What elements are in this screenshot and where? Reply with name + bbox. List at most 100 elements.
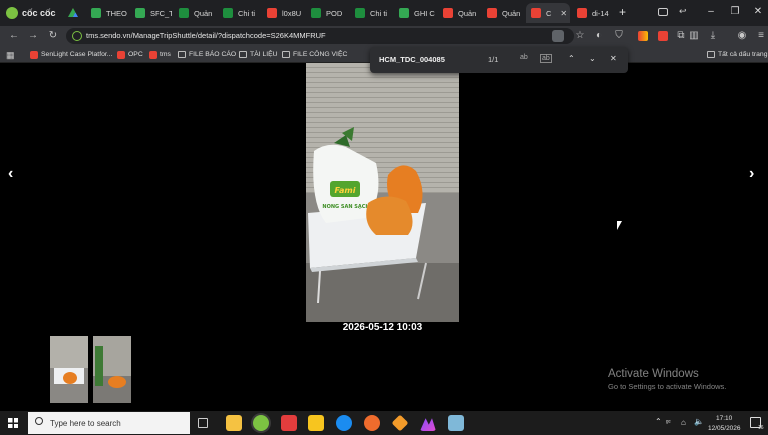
senlight-favicon-icon (30, 50, 38, 59)
bookmark-star-icon[interactable]: ☆ (574, 30, 586, 42)
extension-red-icon[interactable] (658, 31, 668, 41)
find-close-icon[interactable]: ✕ (610, 54, 617, 63)
browser-tab[interactable]: Chi ti (218, 3, 260, 23)
thumbnail-1[interactable] (50, 336, 88, 403)
app-purple-icon[interactable] (420, 418, 436, 431)
clock-time[interactable]: 17:10 (716, 415, 732, 422)
browser-tab[interactable]: l0x8U (262, 3, 304, 23)
find-next-icon[interactable]: ⌄ (589, 54, 596, 63)
page-icon[interactable] (552, 30, 564, 42)
tab-label: Quản (502, 8, 521, 18)
thumbnail-2-image (93, 336, 131, 403)
tab-search-icon[interactable] (658, 8, 668, 16)
app-box-icon[interactable] (391, 414, 409, 432)
bookmark-tms[interactable]: tms (149, 49, 171, 60)
all-bookmarks[interactable]: Tất cả dấu trang (707, 49, 768, 60)
browser-tab[interactable]: Quản (438, 3, 480, 23)
volume-icon[interactable]: 🔈 (694, 417, 704, 426)
profile-icon[interactable]: ◉ (736, 30, 748, 42)
find-prev-icon[interactable]: ⌃ (568, 54, 575, 63)
tab-favicon-icon (179, 8, 189, 18)
tray-chevron-icon[interactable]: ⌃ (655, 417, 662, 426)
start-windows-icon[interactable] (8, 418, 18, 428)
taskbar-search-box[interactable]: Type here to search (28, 412, 190, 434)
clock-date[interactable]: 12/05/2026 (708, 425, 741, 432)
thumbnail-2[interactable] (93, 336, 131, 403)
drive-icon[interactable] (68, 8, 78, 17)
bookmark-file-bao-cao[interactable]: FILE BÁO CÁO (178, 49, 236, 60)
app-blue-icon[interactable] (448, 415, 464, 431)
bookmark-file-cong-viec[interactable]: FILE CÔNG VIỆC (282, 49, 347, 60)
browser-tab[interactable]: POD (306, 3, 348, 23)
tab-favicon-icon (91, 8, 101, 18)
download-icon[interactable]: ⤓ (707, 30, 719, 42)
bookmark-senlight[interactable]: SenLight Case Platfor... (30, 49, 112, 60)
split-view-icon[interactable]: ▥ (688, 30, 700, 42)
apps-grid-icon[interactable]: ▦ (6, 50, 15, 61)
close-window-button[interactable]: ✕ (751, 6, 765, 17)
browser-tab[interactable]: Chi ti (350, 3, 392, 23)
match-case-toggle[interactable]: ab (520, 54, 528, 61)
tab-label: POD (326, 8, 343, 18)
tab-favicon-icon (399, 8, 409, 18)
folder-icon (178, 51, 186, 58)
browser-tab[interactable]: Quản (174, 3, 216, 23)
back-arrow-icon[interactable]: ↩ (679, 6, 687, 17)
task-view-icon[interactable] (198, 418, 208, 428)
bookmark-tai-lieu[interactable]: TÀI LIỆU (239, 49, 278, 60)
bookmark-opc[interactable]: OPC (117, 49, 143, 60)
browser-brand[interactable]: cốc cốc (6, 6, 56, 20)
tab-favicon-icon (311, 8, 321, 18)
browser-tab[interactable]: di-14 (572, 3, 616, 23)
address-bar[interactable]: tms.sendo.vn/ManageTripShuttle/detail/?d… (66, 28, 574, 44)
tab-label: di-14 (592, 8, 609, 18)
whole-word-toggle[interactable]: ab (540, 54, 552, 63)
new-tab-button[interactable]: + (619, 5, 626, 19)
image-viewer: ‹ › Fami NONG SAN SẠCH 2026-05-12 10:03 … (0, 63, 768, 409)
prev-image-button[interactable]: ‹ (8, 165, 13, 183)
network-icon[interactable]: ⌂ (681, 418, 686, 427)
browser-tab[interactable]: C ✕ (526, 3, 570, 23)
shield-icon[interactable]: ⛉ (613, 30, 625, 42)
menu-icon[interactable]: ≡ (755, 30, 767, 42)
next-image-button[interactable]: › (749, 165, 754, 183)
coccoc-taskbar-icon[interactable] (253, 415, 269, 431)
mouse-cursor-icon (617, 221, 622, 230)
extension-colorful-icon[interactable] (638, 31, 648, 41)
maximize-button[interactable]: ❐ (728, 6, 742, 17)
close-tab-icon[interactable]: ✕ (560, 9, 567, 18)
delivery-photo: Fami NONG SAN SẠCH (306, 63, 459, 322)
activate-windows-watermark: Activate Windows Go to Settings to activ… (608, 368, 726, 391)
browser-tab[interactable]: THEO (86, 3, 128, 23)
tab-strip: cốc cốc THEO SFC_T Quản Chi ti l0x8U POD Chi t… (0, 0, 768, 26)
forward-icon[interactable]: → (27, 30, 39, 42)
wps-icon[interactable] (281, 415, 297, 431)
sticky-notes-icon[interactable] (308, 415, 324, 431)
photo-scene: Fami NONG SAN SẠCH (306, 63, 459, 322)
search-placeholder: Type here to search (50, 419, 121, 428)
find-query-input[interactable]: HCM_TDC_004085 (379, 55, 445, 64)
minimize-button[interactable]: – (704, 6, 718, 17)
tab-favicon-icon (267, 8, 277, 18)
tab-favicon-icon (487, 8, 497, 18)
watermark-title: Activate Windows (608, 368, 699, 380)
tab-favicon-icon (223, 8, 233, 18)
browser-tab[interactable]: SFC_T (130, 3, 172, 23)
language-indicator[interactable]: ᵍᶜ (666, 419, 671, 426)
back-icon[interactable]: ← (8, 30, 20, 42)
bag-label: NONG SAN SẠCH (322, 204, 369, 210)
browser-tab[interactable]: Quản (482, 3, 524, 23)
dark-mode-icon[interactable]: ◐ (593, 30, 605, 42)
photo-timestamp: 2026-05-12 10:03 (342, 322, 423, 333)
browser-tab[interactable]: GHI C (394, 3, 436, 23)
zalo-icon[interactable] (336, 415, 352, 431)
windows-taskbar: Type here to search ⌃ ᵍᶜ ⌂ 🔈 17:10 12/05… (0, 411, 768, 435)
site-info-icon[interactable] (72, 31, 82, 41)
folder-icon (282, 51, 290, 58)
extensions-icon[interactable]: ⧉ (675, 30, 687, 42)
app-orange-icon[interactable] (364, 415, 380, 431)
tms-favicon-icon (149, 50, 157, 59)
reload-icon[interactable]: ↻ (47, 30, 59, 42)
file-explorer-icon[interactable] (226, 415, 242, 431)
tab-label: Quản (194, 8, 213, 18)
